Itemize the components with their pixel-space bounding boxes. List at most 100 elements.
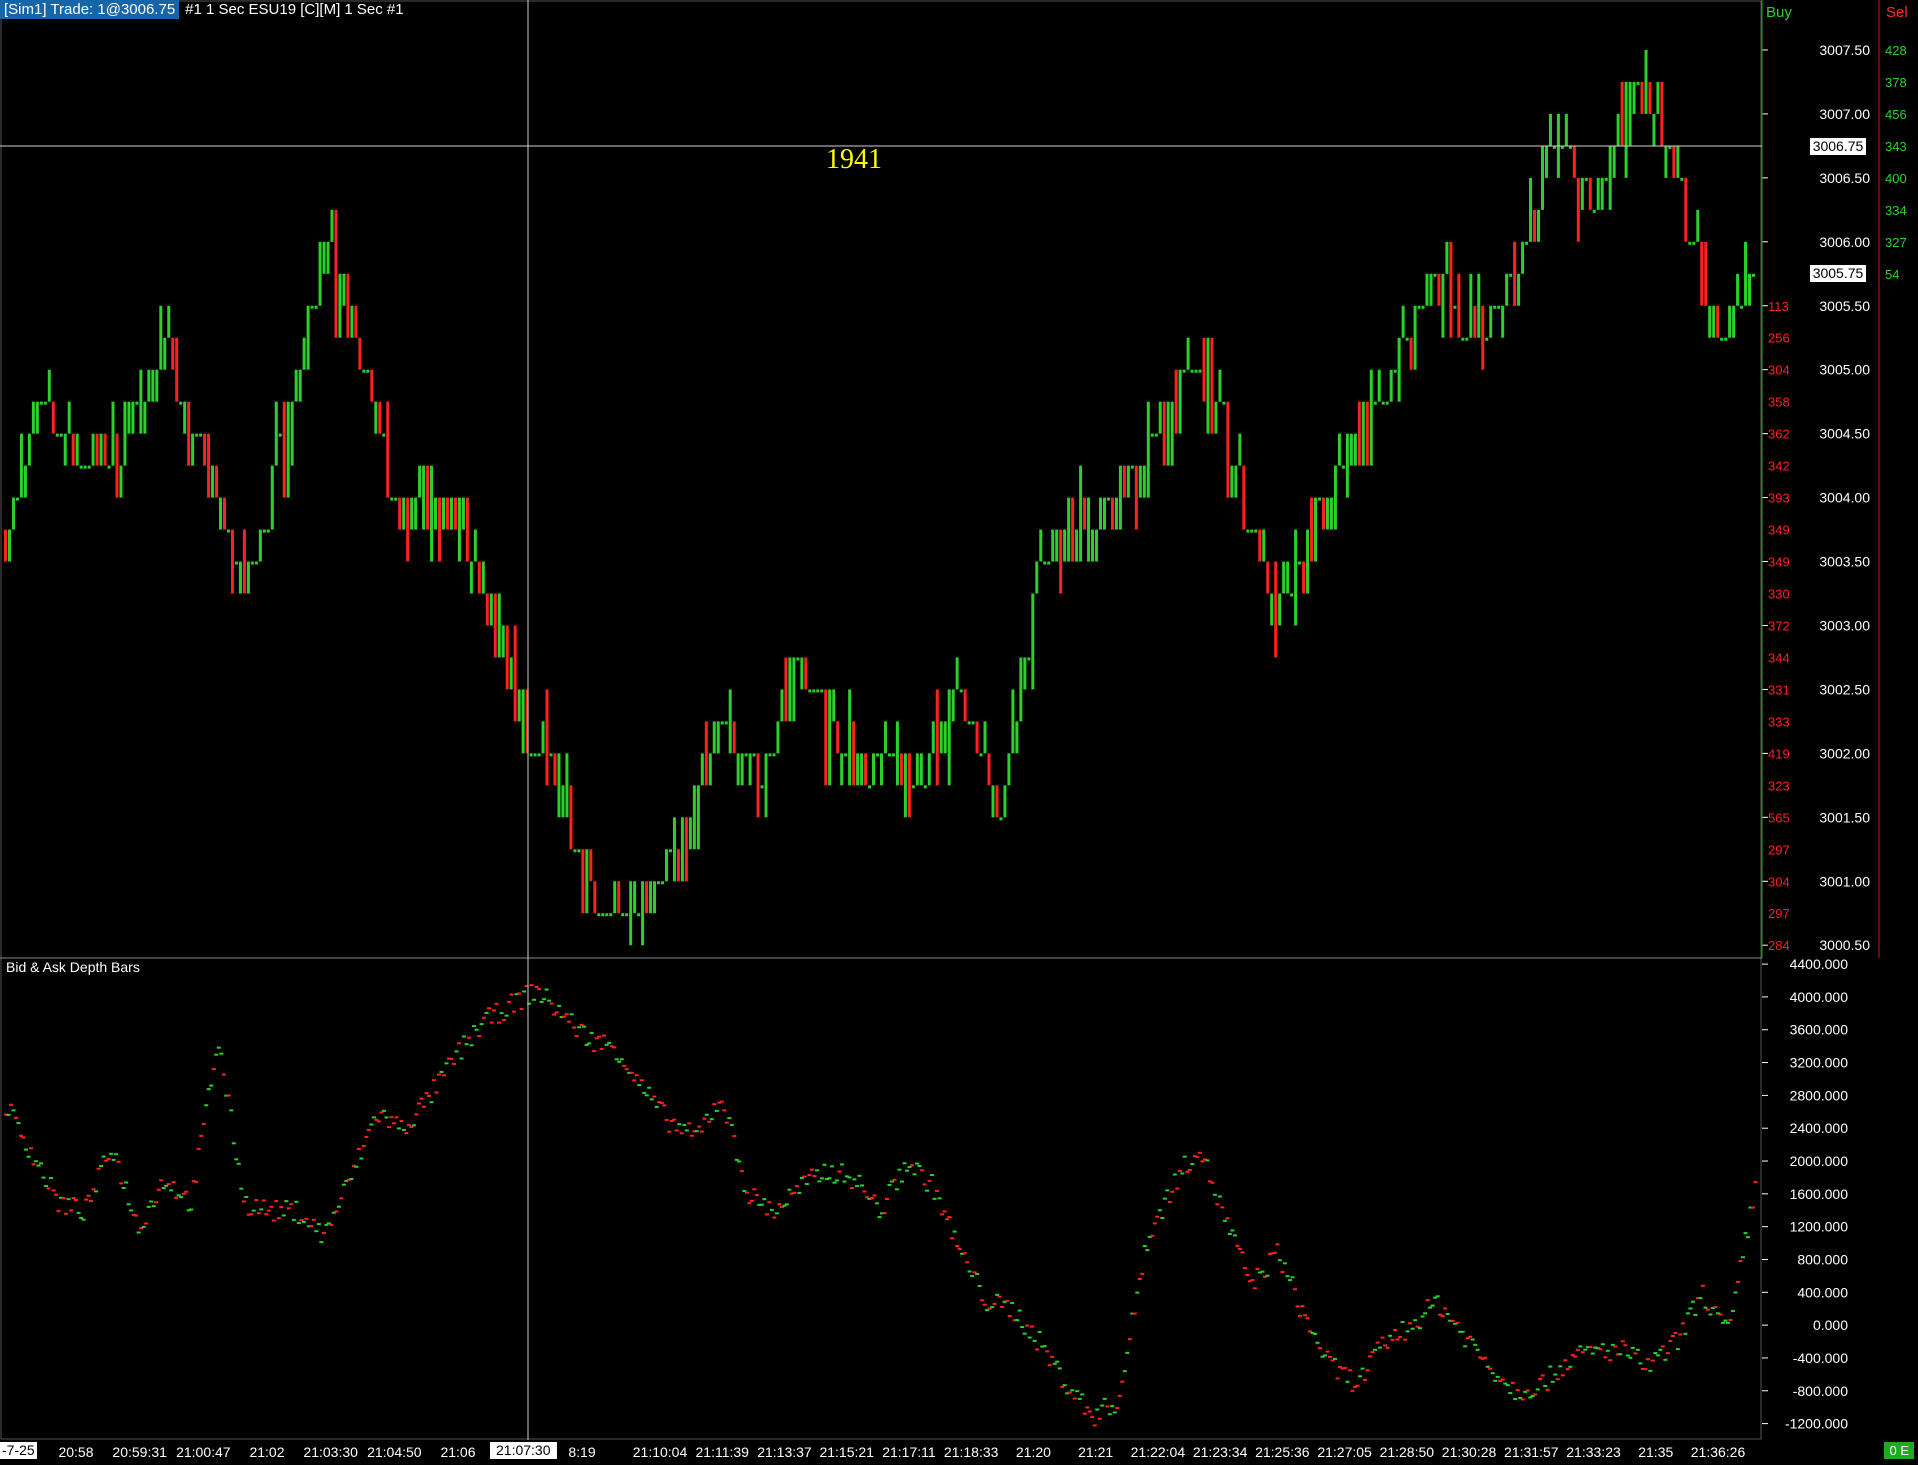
price-bar <box>47 369 51 402</box>
depth-mark <box>564 1013 569 1016</box>
depth-mark <box>629 1071 634 1074</box>
price-bar <box>179 401 183 405</box>
price-bar <box>688 817 692 850</box>
price-bar <box>1417 305 1421 309</box>
depth-mark <box>915 1162 920 1165</box>
depth-mark <box>444 1062 449 1065</box>
depth-mark <box>1700 1284 1705 1287</box>
depth-mark <box>699 1130 704 1133</box>
price-bar <box>911 785 915 789</box>
depth-mark <box>1378 1346 1383 1349</box>
depth-mark <box>759 1203 764 1206</box>
price-tick-label: 3003.00 <box>1819 617 1870 633</box>
depth-mark <box>1017 1309 1022 1312</box>
price-bar <box>238 561 242 594</box>
depth-tick-label: 1200.000 <box>1790 1219 1849 1235</box>
price-bar <box>1321 497 1325 530</box>
depth-mark <box>822 1163 827 1166</box>
depth-mark <box>572 1026 577 1029</box>
depth-mark <box>166 1183 171 1186</box>
depth-mark <box>930 1174 935 1177</box>
depth-mark <box>254 1199 259 1202</box>
depth-mark <box>804 1183 809 1186</box>
price-bar <box>171 337 175 370</box>
price-bar <box>1572 145 1576 178</box>
price-bar <box>1194 369 1198 373</box>
depth-mark <box>1395 1338 1400 1341</box>
depth-mark <box>1005 1299 1010 1302</box>
depth-mark <box>1095 1408 1100 1411</box>
depth-mark <box>391 1122 396 1125</box>
depth-mark <box>762 1198 767 1201</box>
depth-mark <box>1343 1366 1348 1369</box>
depth-mark <box>259 1208 264 1211</box>
price-bar <box>959 689 963 693</box>
depth-mark <box>196 1147 201 1150</box>
depth-mark <box>274 1200 279 1203</box>
depth-mark <box>146 1205 151 1208</box>
depth-mark <box>1110 1405 1115 1408</box>
depth-mark <box>890 1180 895 1183</box>
depth-mark <box>587 1042 592 1045</box>
depth-mark <box>354 1165 359 1168</box>
price-bar <box>1071 497 1075 562</box>
price-bar <box>1011 689 1015 754</box>
time-tick-label: 21:23:34 <box>1193 1444 1248 1460</box>
depth-mark <box>1285 1275 1290 1278</box>
chart-window[interactable]: 3007.50 3007.00 3006.50 3006.00 3005.50 3005.… <box>0 0 1918 1460</box>
price-bar <box>7 529 11 562</box>
price-bar <box>1341 465 1345 469</box>
price-bar <box>955 657 959 690</box>
depth-mark <box>1563 1359 1568 1362</box>
depth-mark <box>1600 1343 1605 1346</box>
depth-mark <box>1360 1367 1365 1370</box>
account-label[interactable]: [Sim1] Trade: 1@3006.75 <box>0 0 180 19</box>
depth-mark <box>1272 1251 1277 1254</box>
price-bar <box>1540 145 1544 210</box>
price-bar <box>1489 305 1493 338</box>
depth-mark <box>1658 1348 1663 1351</box>
depth-mark <box>111 1158 116 1161</box>
depth-mark <box>394 1116 399 1119</box>
depth-mark <box>236 1162 241 1165</box>
depth-mark <box>16 1122 21 1125</box>
indicator-title: Bid & Ask Depth Bars <box>6 959 140 975</box>
price-bar <box>91 433 95 466</box>
depth-mark <box>329 1223 334 1226</box>
depth-mark <box>574 1034 579 1037</box>
price-bar <box>1544 145 1548 178</box>
depth-mark <box>114 1153 119 1156</box>
depth-mark <box>1157 1209 1162 1212</box>
price-bar <box>1349 433 1353 466</box>
price-bar <box>481 561 485 594</box>
sell-volume: 349 <box>1768 523 1790 538</box>
depth-mark <box>972 1271 977 1274</box>
depth-mark <box>1205 1159 1210 1162</box>
price-bar <box>820 689 824 693</box>
depth-mark <box>1655 1354 1660 1357</box>
price-bar <box>1397 337 1401 402</box>
depth-mark <box>359 1157 364 1160</box>
price-tick-label: 3002.50 <box>1819 681 1870 697</box>
depth-mark <box>1520 1398 1525 1401</box>
price-bar <box>633 881 637 914</box>
depth-mark <box>532 998 537 1001</box>
depth-mark <box>51 1189 56 1192</box>
depth-mark <box>1300 1305 1305 1308</box>
price-bar <box>1596 177 1600 210</box>
depth-mark <box>434 1091 439 1094</box>
depth-mark <box>552 1013 557 1016</box>
price-bar <box>107 465 111 469</box>
price-bar <box>270 465 274 530</box>
price-bar <box>246 561 250 594</box>
depth-mark <box>1533 1393 1538 1396</box>
chart-canvas[interactable]: 3007.50 3007.00 3006.50 3006.00 3005.50 3005.… <box>0 0 1918 1460</box>
price-bar <box>565 753 569 818</box>
depth-mark <box>940 1213 945 1216</box>
price-bar <box>1031 593 1035 690</box>
depth-mark <box>1120 1380 1125 1383</box>
price-bar <box>1592 209 1596 213</box>
price-bar <box>350 305 354 338</box>
depth-mark <box>910 1164 915 1167</box>
price-bar <box>266 529 270 533</box>
